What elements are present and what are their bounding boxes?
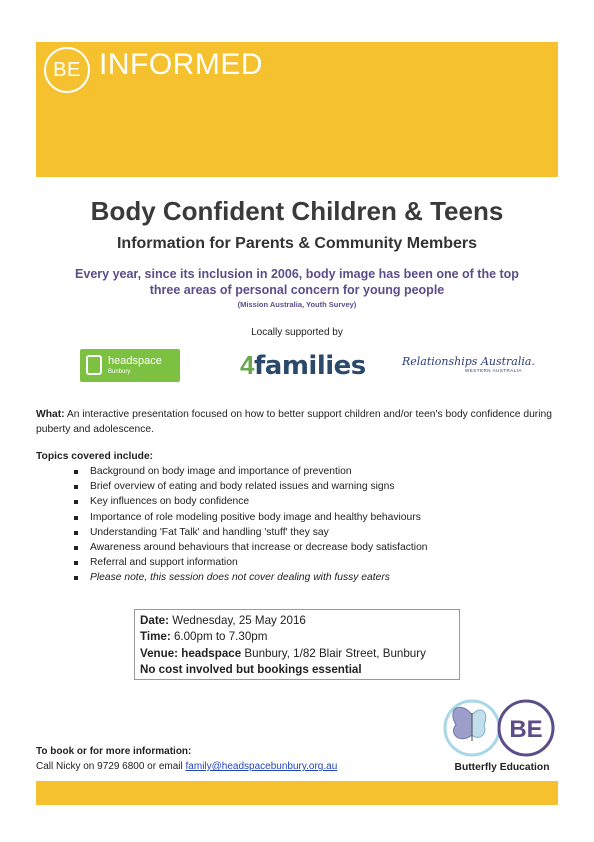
event-time-value: 6.00pm to 7.30pm [170,630,268,644]
headspace-logo-sub: Bunbury [108,369,131,375]
what-description: What: An interactive presentation focuse… [36,407,556,437]
topics-heading: Topics covered include: [36,451,154,462]
ra-logo-sub: WESTERN AUSTRALIA [464,368,522,373]
event-time-label: Time: [140,630,171,644]
headspace-logo-name: headspace [108,355,162,367]
intro-line-1: Every year, since its inclusion in 2006,… [75,267,519,281]
what-label: What: [36,409,65,420]
event-date-value: Wednesday, 25 May 2016 [169,614,306,627]
topic-item: Brief overview of eating and body relate… [72,479,428,494]
contact-heading: To book or for more information: [36,744,337,759]
event-date: Date: Wednesday, 25 May 2016 [140,613,459,629]
contact-info: To book or for more information: Call Ni… [36,744,337,774]
event-cost-text: No cost involved but bookings essential [140,662,362,676]
be-logo: BE [44,47,90,93]
topics-list: Background on body image and importance … [72,464,428,586]
topic-item: Key influences on body confidence [72,494,428,509]
supported-by-label: Locally supported by [251,327,343,338]
topic-item: Referral and support information [72,555,428,570]
email-link[interactable]: family@headspacebunbury.org.au [186,761,338,772]
ra-logo-name: Relationships Australia. [402,355,535,368]
event-cost: No cost involved but bookings essential [140,662,459,678]
footer-bar [36,781,558,805]
4families-logo-rest: families [253,351,366,381]
event-venue-label: Venue: [140,646,179,660]
page-title: Body Confident Children & Teens [90,196,504,226]
topic-item: Background on body image and importance … [72,464,428,479]
topic-item: Importance of role modeling positive bod… [72,510,428,525]
topic-item-note: Please note, this session does not cover… [72,570,428,585]
contact-heading-text: To book or for more information: [36,746,192,757]
event-venue-bold: headspace [178,646,242,660]
event-details-box: Date: Wednesday, 25 May 2016 Time: 6.00p… [134,609,460,680]
4families-logo: 4families [240,350,366,381]
topic-item: Awareness around behaviours that increas… [72,540,428,555]
relationships-australia-logo: Relationships Australia. WESTERN AUSTRAL… [402,355,535,373]
event-time: Time: 6.00pm to 7.30pm [140,629,459,645]
headspace-icon [86,355,102,375]
contact-text: Call Nicky on 9729 6800 or email [36,761,186,772]
event-venue: Venue: headspace Bunbury, 1/82 Blair Str… [140,646,459,662]
contact-line: Call Nicky on 9729 6800 or email family@… [36,759,337,774]
intro-statement: Every year, since its inclusion in 2006,… [60,266,534,298]
page-subtitle: Information for Parents & Community Memb… [116,235,478,252]
butterfly-be-text: BE [509,716,542,743]
topic-item: Understanding 'Fat Talk' and handling 's… [72,525,428,540]
what-text: An interactive presentation focused on h… [36,409,552,435]
headspace-logo: headspace Bunbury [80,349,180,382]
event-venue-value: Bunbury, 1/82 Blair Street, Bunbury [241,646,426,660]
intro-source: (Mission Australia, Youth Survey) [237,300,357,309]
butterfly-education-caption: Butterfly Education [454,762,550,773]
4families-logo-four: 4 [240,350,254,380]
banner-title: INFORMED [99,48,263,81]
butterfly-icon [452,706,487,741]
intro-line-2: three areas of personal concern for youn… [149,283,445,297]
event-date-label: Date: [140,614,169,627]
